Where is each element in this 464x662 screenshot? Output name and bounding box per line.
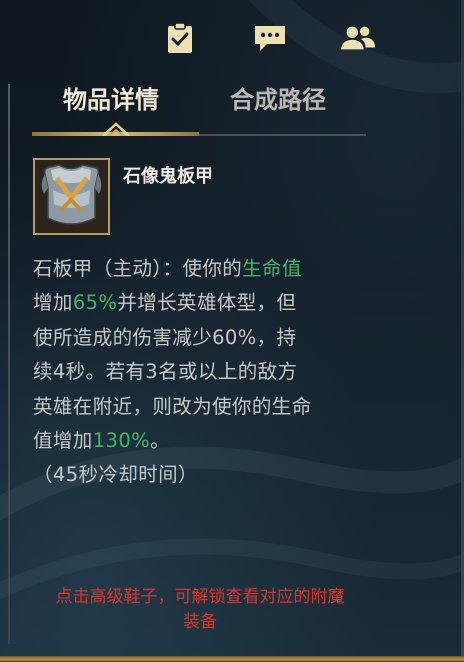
hint-line-1: 点击高级鞋子，可解锁查看对应的附魔 xyxy=(55,587,345,607)
description-highlight: 65% xyxy=(72,291,118,315)
description-line-2: 增加65%并增长英雄体型，但 xyxy=(33,286,373,320)
item-description: 石板甲（主动）：使你的生命值 增加65%并增长英雄体型，但 使所造成的伤害减少6… xyxy=(33,252,373,493)
clipboard-check-icon[interactable] xyxy=(162,20,198,56)
enchant-hint: 点击高级鞋子，可解锁查看对应的附魔 装备 xyxy=(20,585,380,635)
top-toolbar xyxy=(0,20,464,60)
hint-line-2: 装备 xyxy=(183,612,217,632)
tab-build-path[interactable]: 合成路径 xyxy=(230,80,326,115)
friends-icon[interactable] xyxy=(340,20,376,56)
description-text: 石板甲（主动）：使你的 xyxy=(33,257,243,280)
tab-caret-icon xyxy=(102,122,130,136)
description-highlight: 生命值 xyxy=(242,257,302,280)
description-text: 增加 xyxy=(33,291,73,315)
description-text: 值增加 xyxy=(33,429,93,453)
panel-left-border xyxy=(8,84,10,644)
description-line-3: 使所造成的伤害减少60%，持 xyxy=(33,325,297,349)
panel-bottom-border xyxy=(0,656,464,662)
tab-bar: 物品详情 合成路径 xyxy=(32,74,366,138)
description-text: 。 xyxy=(150,429,170,453)
description-line-6: 值增加130%。 xyxy=(33,424,373,458)
description-line-5: 英雄在附近，则改为使你的生命 xyxy=(33,394,312,418)
description-line-1: 石板甲（主动）：使你的生命值 xyxy=(33,252,373,286)
armor-plate-icon[interactable] xyxy=(33,158,110,235)
description-text: 并增长英雄体型，但 xyxy=(117,291,297,315)
item-name: 石像鬼板甲 xyxy=(123,166,213,187)
chat-icon[interactable] xyxy=(252,20,288,56)
tab-item-details[interactable]: 物品详情 xyxy=(63,80,159,115)
description-line-4: 续4秒。若有3名或以上的敌方 xyxy=(33,360,298,384)
description-highlight: 130% xyxy=(92,429,151,453)
cooldown-text: （45秒冷却时间） xyxy=(33,463,198,487)
